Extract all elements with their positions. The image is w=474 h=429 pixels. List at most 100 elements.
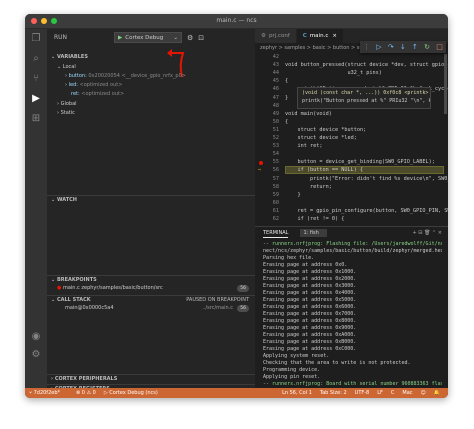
drag-handle-icon[interactable]: ⋮ xyxy=(363,43,370,51)
terminal-line: Erasing page at address 0x3000. xyxy=(263,283,357,289)
breakpoints-header[interactable]: ⌄ BREAKPOINTS xyxy=(47,275,255,284)
line-number: 62 xyxy=(272,216,279,222)
tab-size[interactable]: Tab Size: 2 xyxy=(320,390,347,396)
terminal-line: nect/ncs/zephyr/samples/basic/button/bui… xyxy=(263,248,442,254)
variables-header[interactable]: ⌄ VARIABLES xyxy=(47,53,255,62)
settings-gear-icon[interactable]: ⚙ xyxy=(30,349,42,361)
debug-status[interactable]: ▷ Cortex Debug (ncs) xyxy=(104,390,166,396)
language-mode[interactable]: C xyxy=(391,390,395,396)
settings-gear-icon[interactable]: ⚙ xyxy=(187,34,193,42)
variable-value: <optimized out> xyxy=(79,82,123,88)
platform[interactable]: Mac xyxy=(402,390,412,396)
cortex-peripherals-label: CORTEX PERIPHERALS xyxy=(54,376,118,382)
code-view[interactable]: 42 43 void button_pressed(struct device *d… xyxy=(255,54,448,226)
code-line: if (ret != 0) { xyxy=(285,216,345,222)
source-control-icon[interactable]: ⑂ xyxy=(30,73,42,85)
global-scope[interactable]: › Global xyxy=(47,100,255,109)
terminal-line: Erasing page at address 0x9000. xyxy=(263,325,357,331)
chevron-down-icon: ⌄ xyxy=(173,34,178,41)
search-icon[interactable]: ⌕ xyxy=(30,53,42,65)
variable-name: ret: xyxy=(71,91,80,97)
callstack-header[interactable]: ⌄ CALL STACK PAUSED ON BREAKPOINT xyxy=(47,295,255,304)
tab-label: main.c xyxy=(309,33,329,39)
line-number: 46 xyxy=(272,86,279,93)
launch-config-select[interactable]: ▶ Cortex Debug ⌄ xyxy=(114,32,182,43)
tab-prj-conf[interactable]: ⚙ prj.conf xyxy=(255,29,297,43)
extensions-icon[interactable]: ⊞ xyxy=(30,113,42,125)
hover-signature: (void (const char *, ...)) 0xf0c8 <print… xyxy=(302,90,429,96)
terminal-line: -- runners.nrfjprog: Flashing file: /Use… xyxy=(263,241,442,247)
line-number: 55 xyxy=(272,159,279,166)
line-number: 44 xyxy=(272,70,279,77)
activity-bar: ❐ ⌕ ⑂ ▶ ⊞ ◉ ⚙ xyxy=(25,29,47,388)
start-debug-icon[interactable]: ▶ xyxy=(118,35,122,41)
line-number: 58 xyxy=(272,183,279,190)
static-label: Static xyxy=(60,110,75,116)
close-icon[interactable]: × xyxy=(332,33,337,39)
stack-frame[interactable]: main@0x0000c5a4 ../src/main.c 56 xyxy=(47,304,255,313)
notifications-icon[interactable]: 🔔 xyxy=(434,390,440,396)
status-bar: ⑂ 7d20f2eb* ⊗ 0 ⚠ 0 ▷ Cortex Debug (ncs)… xyxy=(25,388,448,398)
terminal-line: Applying pin reset. xyxy=(263,374,321,380)
static-scope[interactable]: › Static xyxy=(47,109,255,118)
settings-file-icon: ⚙ xyxy=(261,33,266,39)
frame-name: main@0x0000c5a4 xyxy=(65,305,114,311)
terminal-line: Erasing page at address 0x6000. xyxy=(263,304,357,310)
terminal-actions-icon[interactable]: + ⊟ 🗑 ⌃ × xyxy=(413,230,442,236)
code-line: { xyxy=(285,78,289,85)
cortex-peripherals-header[interactable]: › CORTEX PERIPHERALS xyxy=(47,374,255,383)
step-into-icon[interactable]: ↓ xyxy=(400,43,406,51)
editor-area: ⚙ prj.conf Cmain.c × zephyr > samples > ba… xyxy=(255,29,448,226)
tab-main-c[interactable]: Cmain.c × xyxy=(296,29,344,43)
branch-status[interactable]: ⑂ 7d20f2eb* xyxy=(29,390,68,396)
watch-header[interactable]: ⌄ WATCH xyxy=(47,195,255,204)
terminal-line: Erasing page at address 0x5000. xyxy=(263,297,357,303)
continue-icon[interactable]: ▷ xyxy=(376,43,381,51)
variable-name: led: xyxy=(68,82,78,88)
code-line: void main(void) xyxy=(285,110,332,117)
line-number: 49 xyxy=(272,110,279,117)
explorer-icon[interactable]: ❐ xyxy=(30,33,42,45)
status-right: Ln 56, Col 1 Tab Size: 2 UTF-8 LF C Mac … xyxy=(282,390,448,396)
callstack-header-label: CALL STACK xyxy=(56,297,91,303)
line-number: 59 xyxy=(272,191,279,198)
line-number: 52 xyxy=(272,135,279,141)
terminal-line: Erasing page at address 0xC000. xyxy=(263,346,357,352)
line-number: 60 xyxy=(272,199,279,206)
breakpoint-item[interactable]: ● main.c zephyr/samples/basic/button/src… xyxy=(47,284,255,293)
frame-file: ../src/main.c xyxy=(202,305,233,311)
local-scope[interactable]: ⌄ Local xyxy=(47,63,255,72)
encoding[interactable]: UTF-8 xyxy=(355,390,370,396)
line-ending[interactable]: LF xyxy=(377,390,383,396)
restart-icon[interactable]: ↻ xyxy=(424,43,430,51)
variable-row[interactable]: › button: 0x20020054 <__device_gpio_nrfx… xyxy=(47,72,255,81)
launch-config-label: Cortex Debug xyxy=(125,34,164,41)
line-number: 56 xyxy=(272,167,279,174)
breakpoint-label: main.c zephyr/samples/basic/button/src xyxy=(62,285,163,291)
terminal-output[interactable]: -- runners.nrfjprog: Flashing file: /Use… xyxy=(263,241,442,398)
problems-status[interactable]: ⊗ 0 ⚠ 0 xyxy=(76,390,96,396)
variable-row[interactable]: ret: <optimized out> xyxy=(47,90,255,99)
step-over-icon[interactable]: ↷ xyxy=(388,43,394,51)
run-debug-icon[interactable]: ▶ xyxy=(30,93,42,105)
terminal-select[interactable]: 1: fish xyxy=(300,229,327,237)
code-line: void button_pressed(struct device *dev, … xyxy=(285,62,448,69)
code-line: printk("Error: didn't find %s device\n",… xyxy=(309,175,448,182)
step-out-icon[interactable]: ↑ xyxy=(412,43,418,51)
stop-icon[interactable]: □ xyxy=(436,43,443,51)
c-file-icon: C xyxy=(302,33,307,39)
variable-row[interactable]: › led: <optimized out> xyxy=(47,81,255,90)
watch-header-label: WATCH xyxy=(56,197,77,203)
code-line: struct device *led; xyxy=(285,135,357,141)
code-line: struct device *button; xyxy=(285,126,367,133)
debug-console-icon[interactable]: ⊡ xyxy=(198,34,204,42)
editor-scrollbar[interactable] xyxy=(444,54,447,114)
line-number: 53 xyxy=(272,143,279,150)
cursor-position[interactable]: Ln 56, Col 1 xyxy=(282,390,312,396)
line-number: 42 xyxy=(272,54,279,60)
vscode-window: main.c — ncs ❐ ⌕ ⑂ ▶ ⊞ ◉ ⚙ RUN ▶ Cortex … xyxy=(25,14,448,398)
account-icon[interactable]: ◉ xyxy=(30,331,42,343)
run-label: RUN xyxy=(54,34,68,41)
tab-terminal[interactable]: TERMINAL xyxy=(263,229,289,238)
feedback-icon[interactable]: ☺ xyxy=(421,390,426,396)
